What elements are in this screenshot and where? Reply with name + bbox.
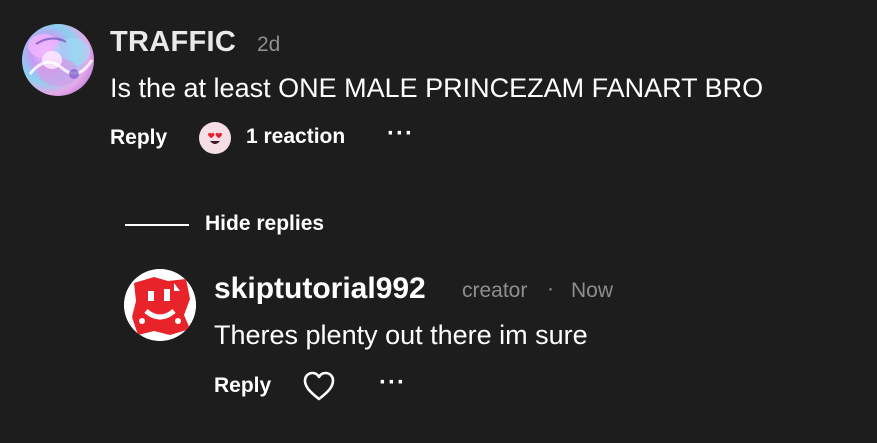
separator-dot: · — [547, 277, 554, 300]
reply-button[interactable]: Reply — [214, 374, 271, 398]
anime-girl-avatar-icon — [28, 34, 94, 86]
more-options-button[interactable]: ··· — [379, 369, 406, 397]
reply-button[interactable]: Reply — [110, 126, 167, 150]
reply-username[interactable]: skiptutorial992 — [214, 272, 426, 306]
comment-text: Is the at least ONE MALE PRINCEZAM FANAR… — [110, 73, 764, 103]
comment-thread: TRAFFIC 2d Is the at least ONE MALE PRIN… — [0, 0, 877, 443]
reaction-count[interactable]: 1 reaction — [246, 125, 345, 149]
avatar[interactable] — [22, 24, 94, 96]
heart-eyes-face-icon[interactable] — [199, 122, 231, 154]
comment-username[interactable]: TRAFFIC — [110, 26, 236, 59]
avatar[interactable] — [124, 269, 196, 341]
more-options-button[interactable]: ··· — [387, 120, 414, 148]
divider-line — [125, 224, 189, 226]
hide-replies-button[interactable]: Hide replies — [205, 212, 324, 236]
reply-timestamp: Now — [571, 279, 614, 302]
comment-timestamp: 2d — [257, 33, 281, 56]
reply-text: Theres plenty out there im sure — [214, 320, 588, 350]
red-white-graphic-avatar-icon — [124, 269, 196, 341]
creator-badge: creator — [462, 279, 528, 302]
heart-outline-icon[interactable] — [302, 370, 336, 402]
